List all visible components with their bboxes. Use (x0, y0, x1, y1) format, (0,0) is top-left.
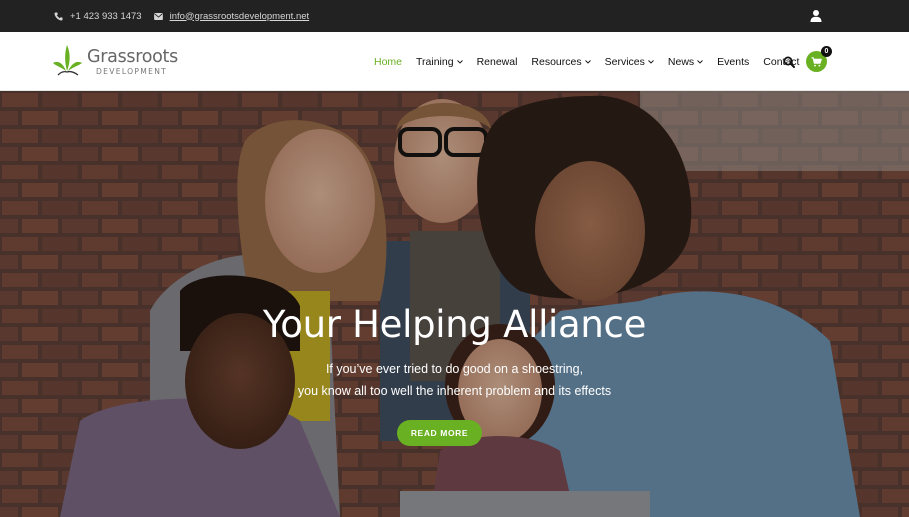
nav-label: Resources (531, 55, 582, 68)
main-nav: Home Training Renewal Resources Services… (374, 32, 813, 91)
email-contact[interactable]: info@grassrootsdevelopment.net (153, 11, 310, 22)
chevron-down-icon (648, 59, 654, 64)
nav-item-events[interactable]: Events (717, 56, 749, 68)
nav-item-services[interactable]: Services (605, 56, 654, 68)
phone-contact[interactable]: +1 423 933 1473 (54, 11, 142, 22)
user-icon[interactable] (809, 9, 823, 23)
nav-label: Training (416, 55, 454, 68)
nav-label: News (667, 55, 695, 68)
nav-item-renewal[interactable]: Renewal (477, 56, 518, 68)
nav-item-training[interactable]: Training (416, 56, 463, 68)
nav-item-news[interactable]: News (668, 56, 703, 68)
envelope-icon (153, 12, 163, 20)
hero-subtitle-line-2: you know all too well the inherent probl… (297, 384, 612, 398)
phone-icon (54, 11, 63, 20)
brand-subtitle: DEVELOPMENT (96, 67, 168, 76)
search-icon[interactable] (783, 56, 795, 68)
top-bar: +1 423 933 1473 info@grassrootsdevelopme… (0, 0, 909, 32)
email-link[interactable]: info@grassrootsdevelopment.net (170, 11, 310, 22)
site-logo[interactable]: Grassroots DEVELOPMENT (52, 41, 182, 81)
chevron-down-icon (584, 59, 591, 64)
nav-label: Renewal (476, 55, 518, 68)
cart-icon (811, 56, 822, 66)
nav-item-home[interactable]: Home (374, 56, 402, 68)
leaf-logo-icon (53, 45, 82, 76)
phone-number: +1 423 933 1473 (70, 10, 142, 22)
cart-count-badge: 0 (821, 46, 832, 57)
nav-label: Services (604, 55, 645, 68)
brand-name: Grassroots (87, 47, 178, 67)
nav-label: Home (374, 55, 403, 68)
chevron-down-icon (456, 59, 463, 64)
hero-banner: Your Helping Alliance If you’ve ever tri… (0, 91, 909, 517)
nav-item-resources[interactable]: Resources (531, 55, 591, 68)
contact-info: +1 423 933 1473 info@grassrootsdevelopme… (54, 0, 321, 32)
nav-label: Events (717, 55, 750, 68)
read-more-button[interactable]: READ MORE (397, 420, 482, 446)
chevron-down-icon (697, 59, 703, 64)
hero-subtitle-line-1: If you’ve ever tried to do good on a sho… (325, 362, 584, 376)
hero-title: Your Helping Alliance (262, 303, 647, 346)
main-header: Grassroots DEVELOPMENT Home Training Ren… (0, 32, 909, 91)
